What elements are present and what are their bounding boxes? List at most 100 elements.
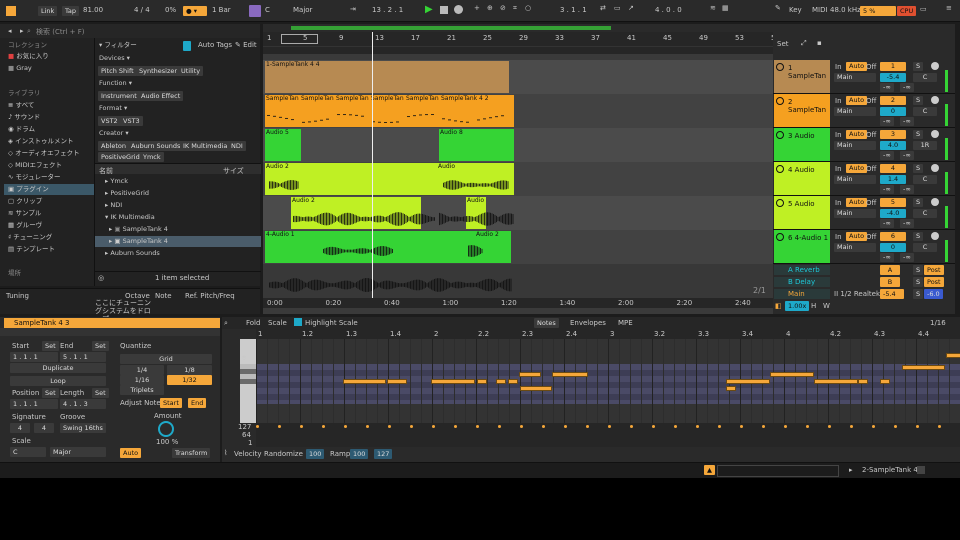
input-label[interactable]: In xyxy=(835,199,842,207)
set-length-button[interactable]: Set xyxy=(92,388,109,398)
midi-note[interactable] xyxy=(814,379,858,384)
midi-note[interactable] xyxy=(726,386,736,391)
send-b[interactable]: -∞ xyxy=(900,185,914,194)
volume-field[interactable]: -4.0 xyxy=(880,209,906,218)
filter-toggle[interactable]: ▾ フィルター xyxy=(99,40,137,51)
list-item[interactable]: ▸ PositiveGrid xyxy=(105,188,149,199)
solo-button[interactable]: S xyxy=(913,164,924,173)
follow-icon[interactable]: ⇥ xyxy=(350,5,356,13)
track-number[interactable]: 3 xyxy=(880,130,906,139)
output-select[interactable]: Main xyxy=(834,209,876,218)
send-a[interactable]: -∞ xyxy=(880,83,894,92)
nav-back-icon[interactable]: ◂ xyxy=(8,27,12,35)
adjust-end-button[interactable]: End xyxy=(188,398,207,408)
solo-button[interactable]: S xyxy=(913,289,924,299)
stop-icon[interactable] xyxy=(440,6,448,14)
quantize-menu[interactable]: 1 Bar xyxy=(212,6,231,14)
arm-icon[interactable] xyxy=(931,130,939,138)
velocity-marker[interactable] xyxy=(476,425,479,428)
library-samples[interactable]: ≋ サンプル xyxy=(8,208,41,219)
return-letter[interactable]: B xyxy=(880,277,900,287)
randomize-value[interactable]: 100 xyxy=(306,449,325,459)
start-field[interactable]: 1 . 1 . 1 xyxy=(10,352,58,362)
input-label[interactable]: In xyxy=(835,165,842,173)
tag-audio-effect[interactable]: Audio Effect xyxy=(138,91,184,101)
velocity-marker[interactable] xyxy=(916,425,919,428)
loop-button[interactable]: Loop xyxy=(10,376,106,386)
auto-monitor[interactable]: Auto xyxy=(846,164,868,173)
expand-icon[interactable]: ⤢ xyxy=(801,39,807,48)
track-fold-icon[interactable] xyxy=(776,165,784,173)
track-fold-icon[interactable] xyxy=(776,199,784,207)
pencil-icon[interactable]: ✎ xyxy=(775,4,781,12)
mini-overview[interactable] xyxy=(717,465,839,477)
track-header[interactable]: 3 Audio In Auto Off Main 3 S 4.0 1R -∞ -∞ xyxy=(773,128,955,162)
length-field[interactable]: 4 . 1 . 3 xyxy=(60,399,106,409)
quantize-1-32[interactable]: 1/32 xyxy=(167,375,212,385)
midi-note[interactable] xyxy=(902,365,945,370)
velocity-marker[interactable] xyxy=(366,425,369,428)
pan-field[interactable]: C xyxy=(913,107,937,116)
volume-field[interactable]: 1.4 xyxy=(880,175,906,184)
track-header[interactable]: 5 Audio In Auto Off Main 5 S -4.0 C -∞ -∞ xyxy=(773,196,955,230)
edit-filter-button[interactable]: ✎ Edit xyxy=(235,41,257,49)
tap-button[interactable]: Tap xyxy=(62,6,80,16)
send-a[interactable]: -∞ xyxy=(880,219,894,228)
tag-instrument[interactable]: Instrument xyxy=(98,91,140,101)
velocity-marker[interactable] xyxy=(564,425,567,428)
end-field[interactable]: 5 . 1 . 1 xyxy=(60,352,106,362)
midi-note[interactable] xyxy=(726,379,770,384)
send-a[interactable]: -∞ xyxy=(880,253,894,262)
post-button[interactable]: Post xyxy=(924,277,944,287)
menu-icon[interactable]: ≡ xyxy=(946,4,952,12)
send-b[interactable]: -∞ xyxy=(900,253,914,262)
main-volume[interactable]: -5.4 xyxy=(880,289,904,299)
tab-mpe[interactable]: MPE xyxy=(618,319,633,327)
pan-field[interactable]: C xyxy=(913,175,937,184)
library-clips[interactable]: ▢ クリップ xyxy=(8,196,42,207)
velocity-marker[interactable] xyxy=(850,425,853,428)
post-button[interactable]: Post xyxy=(924,265,944,275)
overview-strip[interactable] xyxy=(263,24,773,32)
track-header[interactable]: 6 4-Audio 1 In Auto Off Main 6 S 0 C -∞ -∞ xyxy=(773,230,955,264)
scale-button[interactable]: Scale xyxy=(268,319,287,327)
velocity-marker[interactable] xyxy=(740,425,743,428)
velocity-marker[interactable] xyxy=(630,425,633,428)
velocity-marker[interactable] xyxy=(806,425,809,428)
solo-button[interactable]: S xyxy=(913,232,924,241)
output-select[interactable]: Main xyxy=(834,175,876,184)
duplicate-button[interactable]: Duplicate xyxy=(10,363,106,373)
solo-button[interactable]: S xyxy=(913,62,924,71)
volume-field[interactable]: -5.4 xyxy=(880,73,906,82)
scale-name-select[interactable]: Major xyxy=(50,447,106,457)
library-audio-effects[interactable]: ◇ オーディオエフェクト xyxy=(8,148,80,159)
solo-button[interactable]: S xyxy=(913,265,924,275)
midi-note[interactable] xyxy=(946,353,960,358)
return-letter[interactable]: A xyxy=(880,265,900,275)
record-icon[interactable] xyxy=(454,5,463,14)
session-record-icon[interactable]: ⊕ xyxy=(487,4,493,12)
grid-select[interactable]: 1/16 xyxy=(930,319,946,327)
tag-utility[interactable]: Utility xyxy=(178,66,204,76)
pan-field[interactable]: C xyxy=(913,209,937,218)
velocity-lane[interactable] xyxy=(256,423,960,447)
velocity-marker[interactable] xyxy=(872,425,875,428)
metronome-button[interactable]: ● ▾ xyxy=(183,6,207,16)
velocity-marker[interactable] xyxy=(938,425,941,428)
velocity-marker[interactable] xyxy=(278,425,281,428)
velocity-marker[interactable] xyxy=(718,425,721,428)
input-label[interactable]: In xyxy=(835,233,842,241)
track-number[interactable]: 6 xyxy=(880,232,906,241)
search-input[interactable]: 検索 (Ctrl + F) xyxy=(36,27,84,37)
send-a[interactable]: -∞ xyxy=(880,185,894,194)
midi-note[interactable] xyxy=(387,379,407,384)
tab-envelopes[interactable]: Envelopes xyxy=(570,319,606,327)
nav-forward-icon[interactable]: ▸ xyxy=(20,27,24,35)
midi-note[interactable] xyxy=(520,386,552,391)
time-ruler[interactable]: 0:00 0:20 0:40 1:00 1:20 1:40 2:00 2:20 2:40 xyxy=(263,298,773,308)
midi-note[interactable] xyxy=(431,379,475,384)
link-button[interactable]: Link xyxy=(38,6,58,16)
randomize-label[interactable]: Randomize xyxy=(264,450,303,458)
input-label[interactable]: In xyxy=(835,131,842,139)
off-label[interactable]: Off xyxy=(866,165,876,173)
